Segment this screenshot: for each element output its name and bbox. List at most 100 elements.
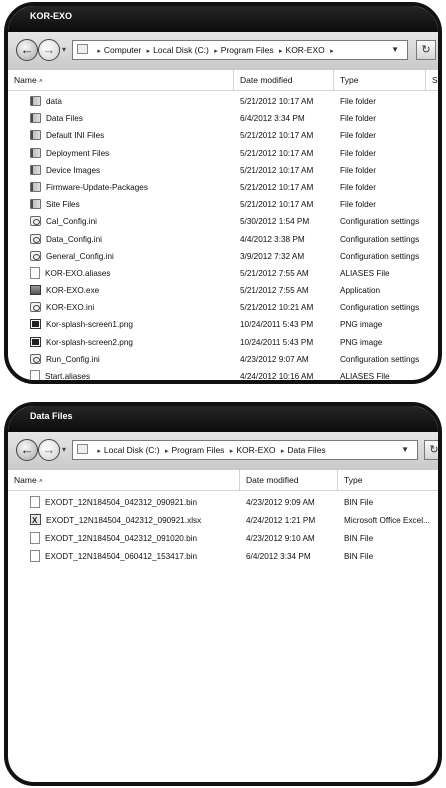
breadcrumb-item[interactable]: Program Files: [221, 45, 274, 55]
file-row[interactable]: KOR-EXO.exe 5/21/2012 7:55 AM Application: [8, 282, 438, 299]
file-type: BIN File: [344, 534, 374, 543]
file-type: File folder: [340, 182, 376, 192]
folder-icon: [30, 96, 41, 106]
file-icon: [30, 266, 40, 279]
sort-ascending-icon: ˄: [39, 479, 43, 485]
breadcrumb-item[interactable]: Program Files: [172, 445, 225, 455]
file-name: KOR-EXO.ini: [46, 303, 95, 313]
column-header-type[interactable]: Type: [338, 470, 438, 490]
file-row[interactable]: Data Files 6/4/2012 3:34 PM File folder: [8, 110, 438, 127]
file-name: EXODT_12N184504_042312_091020.bin: [45, 534, 198, 543]
refresh-button[interactable]: ↻: [424, 440, 438, 460]
file-type: ALIASES File: [340, 268, 390, 278]
file-row[interactable]: Kor-splash-screen1.png 10/24/2011 5:43 PM…: [8, 316, 438, 333]
navigation-bar: ← → ▾ ▸ Computer ▸ Local Disk (C:) ▸ Progra…: [8, 32, 438, 71]
file-name: Kor-splash-screen2.png: [46, 337, 133, 347]
folder-icon: [30, 147, 41, 158]
breadcrumb-item[interactable]: KOR-EXO: [286, 45, 325, 55]
file-date: 5/21/2012 10:21 AM: [240, 303, 314, 313]
file-row[interactable]: EXODT_12N184504_060412_153417.bin 6/4/201…: [8, 548, 438, 566]
file-type: Application: [340, 286, 381, 296]
column-header-row: Name ˄ Date modified Type Siz: [8, 70, 438, 91]
column-header-name[interactable]: Name ˄: [8, 70, 234, 90]
breadcrumb-item[interactable]: KOR-EXO: [236, 445, 275, 455]
file-row[interactable]: KOR-EXO.aliases 5/21/2012 7:55 AM ALIASES …: [8, 265, 438, 282]
file-name-cell: Site Files: [30, 196, 236, 213]
file-name-cell: General_Config.ini: [30, 248, 236, 265]
file-date: 6/4/2012 3:34 PM: [240, 114, 305, 124]
breadcrumb-item[interactable]: Local Disk (C:): [104, 445, 160, 455]
column-header-size[interactable]: Siz: [426, 70, 438, 90]
file-row[interactable]: data 5/21/2012 10:17 AM File folder: [8, 93, 438, 110]
file-name-cell: EXODT_12N184504_042312_090921.bin: [30, 494, 242, 511]
gear-icon: [30, 353, 41, 364]
file-list: EXODT_12N184504_042312_090921.bin 4/23/20…: [8, 494, 438, 566]
file-row[interactable]: Kor-splash-screen2.png 10/24/2011 5:43 PM…: [8, 334, 438, 351]
recent-pages-dropdown-icon[interactable]: ▾: [62, 45, 66, 54]
address-dropdown-icon[interactable]: ▼: [391, 41, 399, 59]
file-row[interactable]: Deployment Files 5/21/2012 10:17 AM File f…: [8, 145, 438, 162]
explorer-window-data-files: Data Files ← → ▾ ▸ Local Disk (C:) ▸ Progr…: [4, 402, 442, 786]
file-row[interactable]: Data_Config.ini 4/4/2012 3:38 PM Configura…: [8, 231, 438, 248]
back-button[interactable]: ←: [16, 39, 38, 61]
file-row[interactable]: Cal_Config.ini 5/30/2012 1:54 PM Configura…: [8, 213, 438, 230]
recent-pages-dropdown-icon[interactable]: ▾: [62, 445, 66, 454]
file-row[interactable]: Run_Config.ini 4/23/2012 9:07 AM Configura…: [8, 351, 438, 368]
file-row[interactable]: Start.aliases 4/24/2012 10:16 AM ALIASES F…: [8, 368, 438, 381]
file-date: 4/23/2012 9:07 AM: [240, 354, 309, 364]
file-name: Start.aliases: [45, 372, 91, 381]
file-date: 5/21/2012 7:55 AM: [240, 268, 309, 278]
file-date: 4/4/2012 3:38 PM: [240, 234, 305, 244]
file-name: KOR-EXO.aliases: [45, 268, 111, 278]
file-type: File folder: [340, 97, 376, 106]
file-name-cell: KOR-EXO.ini: [30, 299, 236, 316]
address-dropdown-icon[interactable]: ▼: [401, 441, 409, 459]
column-header-row: Name ˄ Date modified Type: [8, 470, 438, 491]
file-list: data 5/21/2012 10:17 AM File folder Data Fi…: [8, 93, 438, 381]
file-name: KOR-EXO.exe: [46, 286, 100, 296]
folder-icon: [77, 444, 88, 454]
file-date: 5/30/2012 1:54 PM: [240, 217, 310, 227]
gear-icon: [30, 250, 41, 261]
file-name: EXODT_12N184504_042312_090921.bin: [45, 498, 198, 507]
column-header-date[interactable]: Date modified: [234, 70, 334, 90]
refresh-button[interactable]: ↻: [416, 40, 436, 60]
file-type: ALIASES File: [340, 372, 390, 381]
back-button[interactable]: ←: [16, 439, 38, 461]
file-row[interactable]: Device Images 5/21/2012 10:17 AM File fold…: [8, 162, 438, 179]
file-row[interactable]: EXODT_12N184504_042312_091020.bin 4/23/20…: [8, 530, 438, 548]
title-bar[interactable]: Data Files: [8, 406, 438, 432]
address-bar[interactable]: ▸ Local Disk (C:) ▸ Program Files ▸ KOR-EXO…: [72, 440, 418, 460]
column-header-type[interactable]: Type: [334, 70, 426, 90]
file-row[interactable]: General_Config.ini 3/9/2012 7:32 AM Config…: [8, 248, 438, 265]
file-type: Configuration settings: [340, 303, 420, 313]
breadcrumb-item[interactable]: Computer: [104, 45, 141, 55]
file-row[interactable]: Firmware-Update-Packages 5/21/2012 10:17 …: [8, 179, 438, 196]
file-row[interactable]: Default INI Files 5/21/2012 10:17 AM File …: [8, 127, 438, 144]
file-name-cell: data: [30, 93, 236, 110]
file-type: Configuration settings: [340, 251, 420, 261]
address-bar[interactable]: ▸ Computer ▸ Local Disk (C:) ▸ Program File…: [72, 40, 408, 60]
breadcrumb-item[interactable]: Data Files: [287, 445, 325, 455]
img-icon: [30, 319, 41, 330]
column-header-name[interactable]: Name ˄: [8, 470, 240, 490]
file-name-cell: Firmware-Update-Packages: [30, 179, 236, 196]
file-icon: [30, 370, 40, 380]
file-row[interactable]: EXODT_12N184504_042312_090921.bin 4/23/20…: [8, 494, 438, 512]
file-row[interactable]: EXODT_12N184504_042312_090921.xlsx 4/24/2…: [8, 512, 438, 530]
folder-icon: [30, 181, 41, 192]
file-type: Configuration settings: [340, 217, 420, 227]
file-date: 5/21/2012 10:17 AM: [240, 97, 314, 106]
forward-button[interactable]: →: [38, 39, 60, 61]
img-icon: [30, 336, 41, 347]
file-row[interactable]: Site Files 5/21/2012 10:17 AM File folder: [8, 196, 438, 213]
title-bar[interactable]: KOR-EXO: [8, 6, 438, 32]
file-date: 5/21/2012 7:55 AM: [240, 286, 309, 296]
breadcrumb-item[interactable]: Local Disk (C:): [153, 45, 209, 55]
file-row[interactable]: KOR-EXO.ini 5/21/2012 10:21 AM Configurati…: [8, 299, 438, 316]
file-type: BIN File: [344, 498, 374, 507]
forward-button[interactable]: →: [38, 439, 60, 461]
column-header-date[interactable]: Date modified: [240, 470, 338, 490]
file-name: Data_Config.ini: [46, 234, 102, 244]
file-name: Cal_Config.ini: [46, 217, 97, 227]
